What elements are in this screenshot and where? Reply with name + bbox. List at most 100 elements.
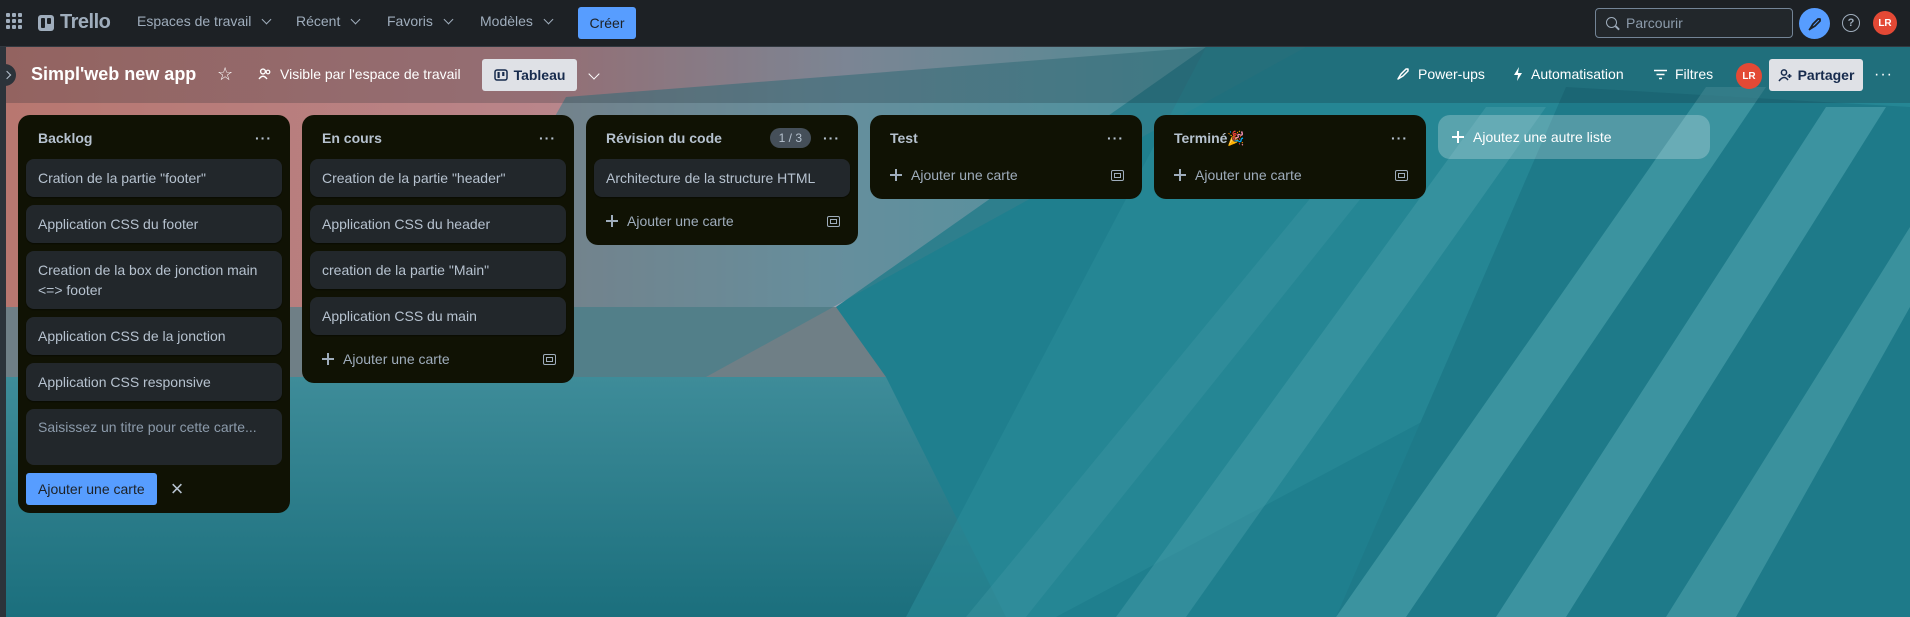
board-title[interactable]: Simpl'web new app [31, 64, 196, 85]
add-card-label: Ajouter une carte [627, 213, 734, 229]
add-card-label: Ajouter une carte [343, 351, 450, 367]
menu-label: Espaces de travail [137, 13, 252, 29]
whats-new-button[interactable] [1799, 8, 1830, 39]
trello-logo[interactable]: Trello [38, 11, 111, 34]
logo-text: Trello [60, 11, 111, 33]
list-title[interactable]: Test [890, 130, 918, 146]
card-template-icon[interactable] [827, 215, 840, 227]
visibility-label: Visible par l'espace de travail [280, 66, 461, 82]
search-placeholder: Parcourir [1626, 15, 1683, 31]
list-header: Backlog ··· [26, 123, 282, 153]
card[interactable]: Application CSS du main [310, 297, 566, 335]
card-template-icon[interactable] [543, 353, 556, 365]
list-menu-icon[interactable]: ··· [539, 130, 556, 146]
card[interactable]: Application CSS du footer [26, 205, 282, 243]
view-tab-board[interactable]: Tableau [482, 59, 577, 91]
card[interactable]: Creation de la box de jonction main <=> … [26, 251, 282, 309]
card-template-icon[interactable] [1395, 169, 1408, 181]
filter-icon [1654, 69, 1667, 79]
card[interactable]: Architecture de la structure HTML [594, 159, 850, 197]
list-header: Terminé🎉 ··· [1162, 123, 1418, 153]
card[interactable]: Application CSS de la jonction [26, 317, 282, 355]
chevron-down-icon [350, 14, 361, 24]
card[interactable]: creation de la partie "Main" [310, 251, 566, 289]
people-icon [258, 68, 271, 80]
top-nav: Trello Espaces de travail Récent Favoris… [0, 0, 1910, 47]
composer-actions: Ajouter une carte × [26, 473, 282, 505]
card[interactable]: Cration de la partie "footer" [26, 159, 282, 197]
help-icon[interactable]: ? [1842, 14, 1860, 32]
add-card-submit-button[interactable]: Ajouter une carte [26, 473, 157, 505]
add-card-button[interactable]: Ajouter une carte [594, 205, 850, 237]
card[interactable]: Application CSS responsive [26, 363, 282, 401]
share-button[interactable]: Partager [1769, 59, 1863, 91]
list-header: Révision du code 1 / 3 ··· [594, 123, 850, 153]
visibility-button[interactable]: Visible par l'espace de travail [258, 66, 461, 82]
add-list-label: Ajoutez une autre liste [1473, 129, 1612, 145]
menu-recent[interactable]: Récent [296, 13, 361, 29]
rocket-icon [1807, 17, 1821, 31]
list-menu-icon[interactable]: ··· [255, 130, 272, 146]
star-icon[interactable]: ☆ [217, 64, 233, 85]
card-title-input[interactable]: Saisissez un titre pour cette carte... [26, 409, 282, 465]
card[interactable]: Creation de la partie "header" [310, 159, 566, 197]
menu-label: Favoris [387, 13, 433, 29]
more-icon[interactable]: ··· [1874, 66, 1893, 84]
chevron-down-icon [543, 14, 554, 24]
board-icon [493, 69, 508, 81]
add-card-label: Ajouter une carte [911, 167, 1018, 183]
list-menu-icon[interactable]: ··· [1107, 130, 1124, 146]
plus-icon [1452, 131, 1464, 143]
list-title[interactable]: Révision du code [606, 130, 722, 146]
power-ups-label: Power-ups [1418, 66, 1485, 82]
lightning-icon [1514, 67, 1522, 81]
close-icon[interactable]: × [171, 478, 184, 500]
list-card-count-badge: 1 / 3 [769, 128, 811, 148]
menu-starred[interactable]: Favoris [387, 13, 454, 29]
chevron-right-icon [2, 70, 11, 80]
power-ups-button[interactable]: Power-ups [1396, 66, 1485, 82]
list-in-progress: En cours ··· Creation de la partie "head… [302, 115, 574, 383]
list-code-review: Révision du code 1 / 3 ··· Architecture … [586, 115, 858, 245]
list-menu-icon[interactable]: ··· [1391, 130, 1408, 146]
automation-button[interactable]: Automatisation [1513, 66, 1624, 82]
filters-button[interactable]: Filtres [1654, 66, 1713, 82]
list-menu-icon[interactable]: ··· [823, 130, 840, 146]
list-header: Test ··· [878, 123, 1134, 153]
chevron-down-icon [443, 14, 454, 24]
share-label: Partager [1797, 67, 1855, 83]
add-card-label: Ajouter une carte [1195, 167, 1302, 183]
list-title[interactable]: Backlog [38, 130, 92, 146]
apps-grid-icon[interactable] [6, 13, 22, 29]
menu-label: Modèles [480, 13, 533, 29]
list-backlog: Backlog ··· Cration de la partie "footer… [18, 115, 290, 513]
plus-icon [1174, 169, 1186, 181]
list-title[interactable]: En cours [322, 130, 382, 146]
chevron-down-icon [261, 14, 272, 24]
board-member-avatar[interactable]: LR [1736, 63, 1762, 89]
view-label: Tableau [513, 67, 566, 83]
list-header: En cours ··· [310, 123, 566, 153]
plus-icon [606, 215, 618, 227]
list-test: Test ··· Ajouter une carte [870, 115, 1142, 199]
search-icon [1606, 17, 1617, 28]
plus-icon [890, 169, 902, 181]
card-template-icon[interactable] [1111, 169, 1124, 181]
add-card-button[interactable]: Ajouter une carte [1162, 159, 1418, 191]
add-list-button[interactable]: Ajoutez une autre liste [1438, 115, 1710, 159]
card[interactable]: Application CSS du header [310, 205, 566, 243]
add-card-button[interactable]: Ajouter une carte [878, 159, 1134, 191]
filters-label: Filtres [1675, 66, 1714, 82]
plus-icon [322, 353, 334, 365]
menu-label: Récent [296, 13, 341, 29]
search-input[interactable]: Parcourir [1595, 8, 1793, 38]
list-title[interactable]: Terminé🎉 [1174, 130, 1245, 147]
trello-logo-icon [38, 14, 54, 31]
rocket-icon [1397, 68, 1409, 80]
menu-templates[interactable]: Modèles [480, 13, 554, 29]
create-button[interactable]: Créer [578, 7, 636, 39]
add-card-button[interactable]: Ajouter une carte [310, 343, 566, 375]
automation-label: Automatisation [1531, 66, 1624, 82]
menu-workspaces[interactable]: Espaces de travail [137, 13, 272, 29]
user-avatar[interactable]: LR [1873, 11, 1897, 35]
